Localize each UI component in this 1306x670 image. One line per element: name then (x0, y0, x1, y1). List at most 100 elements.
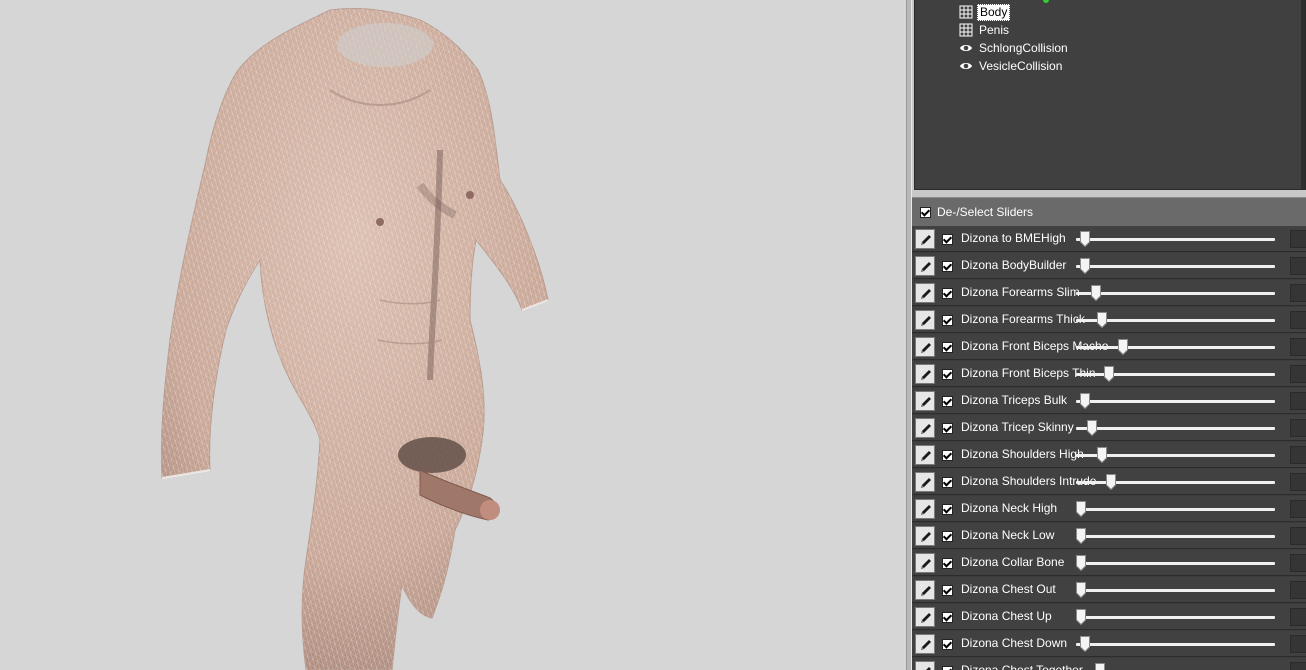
slider-thumb[interactable] (1076, 528, 1086, 545)
slider-track[interactable] (1076, 562, 1275, 565)
slider-thumb[interactable] (1104, 366, 1115, 383)
slider-enable-checkbox[interactable] (942, 666, 953, 670)
slider-thumb[interactable] (1096, 312, 1107, 329)
slider-enable-checkbox[interactable] (942, 423, 953, 434)
slider-value-box[interactable] (1290, 284, 1306, 302)
slider-value-box[interactable] (1290, 365, 1306, 383)
slider-list[interactable]: Dizona to BMEHigh Dizona BodyBuilder Dizon… (912, 226, 1306, 670)
slider-value-box[interactable] (1290, 662, 1306, 670)
slider-track[interactable] (1076, 346, 1275, 349)
slider-thumb[interactable] (1076, 555, 1086, 572)
select-all-sliders-checkbox[interactable] (920, 206, 931, 218)
slider-track[interactable] (1076, 400, 1275, 403)
slider-thumb[interactable] (1076, 501, 1086, 518)
slider-row: Dizona Forearms Slim (912, 280, 1306, 306)
edit-slider-button[interactable] (915, 661, 935, 670)
edit-slider-button[interactable] (915, 391, 935, 411)
slider-track[interactable] (1076, 589, 1275, 592)
slider-enable-checkbox[interactable] (942, 558, 953, 569)
slider-value-box[interactable] (1290, 635, 1306, 653)
slider-enable-checkbox[interactable] (942, 639, 953, 650)
slider-value-box[interactable] (1290, 500, 1306, 518)
mesh-tree-item-schlongcollision[interactable]: SchlongCollision (959, 39, 1070, 57)
slider-track[interactable] (1076, 508, 1275, 511)
edit-slider-button[interactable] (915, 418, 935, 438)
edit-slider-button[interactable] (915, 607, 935, 627)
edit-slider-button[interactable] (915, 580, 935, 600)
slider-value-box[interactable] (1290, 419, 1306, 437)
edit-slider-button[interactable] (915, 445, 935, 465)
slider-enable-checkbox[interactable] (942, 234, 953, 245)
edit-slider-button[interactable] (915, 283, 935, 303)
slider-row: Dizona Forearms Thick (912, 307, 1306, 333)
slider-value-box[interactable] (1290, 311, 1306, 329)
edit-slider-button[interactable] (915, 229, 935, 249)
slider-enable-checkbox[interactable] (942, 369, 953, 380)
slider-enable-checkbox[interactable] (942, 342, 953, 353)
mesh-tree-item-body[interactable]: Body (959, 3, 1011, 21)
mesh-tree-item-penis[interactable]: Penis (959, 21, 1011, 39)
slider-value-box[interactable] (1290, 257, 1306, 275)
slider-track[interactable] (1076, 292, 1275, 295)
mesh-tree-item-vesiclecollision[interactable]: VesicleCollision (959, 57, 1064, 75)
edit-slider-button[interactable] (915, 472, 935, 492)
pencil-icon (921, 613, 931, 623)
slider-value-box[interactable] (1290, 446, 1306, 464)
slider-thumb[interactable] (1087, 420, 1098, 437)
3d-viewport[interactable] (0, 0, 906, 670)
slider-value-box[interactable] (1290, 230, 1306, 248)
edit-slider-button[interactable] (915, 499, 935, 519)
slider-thumb[interactable] (1079, 258, 1090, 275)
slider-value-box[interactable] (1290, 527, 1306, 545)
edit-slider-button[interactable] (915, 553, 935, 573)
slider-enable-checkbox[interactable] (942, 288, 953, 299)
slider-thumb[interactable] (1079, 231, 1090, 248)
slider-enable-checkbox[interactable] (942, 477, 953, 488)
slider-thumb[interactable] (1079, 636, 1090, 653)
edit-slider-button[interactable] (915, 364, 935, 384)
slider-enable-checkbox[interactable] (942, 396, 953, 407)
slider-track[interactable] (1076, 238, 1275, 241)
slider-thumb[interactable] (1096, 447, 1107, 464)
slider-thumb[interactable] (1117, 339, 1128, 356)
slider-name: Dizona Tricep Skinny (961, 420, 1074, 434)
slider-row: Dizona Shoulders Intrude (912, 469, 1306, 495)
body-mesh-render[interactable] (0, 0, 906, 670)
slider-enable-checkbox[interactable] (942, 450, 953, 461)
pencil-icon (921, 397, 931, 407)
edit-slider-button[interactable] (915, 310, 935, 330)
slider-track[interactable] (1076, 643, 1275, 646)
slider-value-box[interactable] (1290, 581, 1306, 599)
slider-track[interactable] (1076, 265, 1275, 268)
slider-value-box[interactable] (1290, 392, 1306, 410)
slider-thumb[interactable] (1076, 582, 1086, 599)
slider-enable-checkbox[interactable] (942, 315, 953, 326)
mesh-tree[interactable]: Body Penis SchlongCollision VesicleColli… (914, 0, 1306, 190)
edit-slider-button[interactable] (915, 337, 935, 357)
slider-enable-checkbox[interactable] (942, 531, 953, 542)
slider-enable-checkbox[interactable] (942, 261, 953, 272)
slider-name: Dizona to BMEHigh (961, 231, 1066, 245)
slider-thumb[interactable] (1091, 285, 1102, 302)
edit-slider-button[interactable] (915, 256, 935, 276)
slider-value-box[interactable] (1290, 608, 1306, 626)
slider-value-box[interactable] (1290, 473, 1306, 491)
slider-thumb[interactable] (1106, 474, 1117, 491)
slider-enable-checkbox[interactable] (942, 585, 953, 596)
slider-track[interactable] (1076, 535, 1275, 538)
slider-enable-checkbox[interactable] (942, 504, 953, 515)
edit-slider-button[interactable] (915, 526, 935, 546)
slider-value-box[interactable] (1290, 338, 1306, 356)
slider-name: Dizona Triceps Bulk (961, 393, 1068, 407)
pencil-icon (921, 262, 931, 272)
edit-slider-button[interactable] (915, 634, 935, 654)
slider-enable-checkbox[interactable] (942, 612, 953, 623)
slider-thumb[interactable] (1094, 663, 1105, 670)
slider-track[interactable] (1076, 427, 1275, 430)
slider-thumb[interactable] (1076, 609, 1086, 626)
slider-row: Dizona Front Biceps Thin (912, 361, 1306, 387)
slider-thumb[interactable] (1079, 393, 1090, 410)
slider-row: Dizona Collar Bone (912, 550, 1306, 576)
slider-track[interactable] (1076, 616, 1275, 619)
slider-value-box[interactable] (1290, 554, 1306, 572)
